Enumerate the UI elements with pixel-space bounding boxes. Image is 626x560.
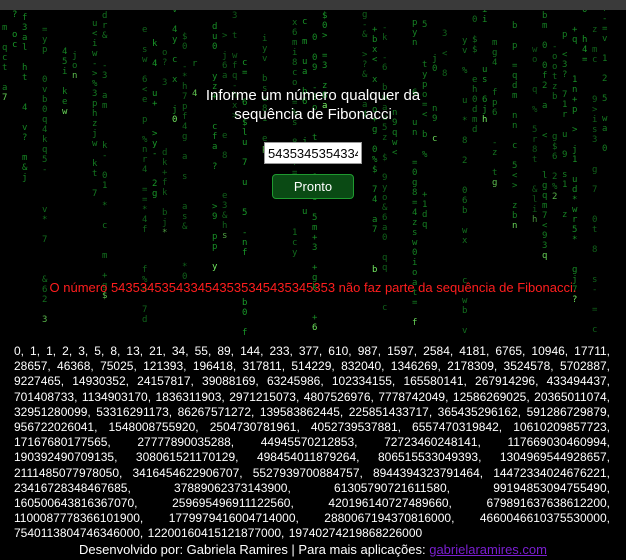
submit-button[interactable]: Pronto	[272, 174, 354, 199]
number-input[interactable]	[264, 142, 362, 164]
footer: Desenvolvido por: Gabriela Ramires | Par…	[0, 542, 626, 557]
footer-link[interactable]: gabrielaramires.com	[429, 542, 547, 557]
fibonacci-form: Informe um número qualquer da sequência …	[0, 86, 626, 199]
matrix-glyph-column: 7 0 h 4 =	[582, 10, 588, 65]
form-prompt: Informe um número qualquer da sequência …	[205, 87, 421, 123]
result-message: O número 5435345354334543535345435345353…	[49, 280, 577, 295]
fibonacci-sequence-list: 0, 1, 1, 2, 3, 5, 8, 13, 21, 34, 55, 89,…	[14, 344, 610, 541]
matrix-glyph-column: 3 j o n	[72, 10, 78, 81]
browser-top-strip	[0, 0, 626, 10]
footer-credit: Desenvolvido por: Gabriela Ramires | Par…	[79, 542, 426, 557]
matrix-glyph-column: < ? o c	[12, 10, 18, 50]
